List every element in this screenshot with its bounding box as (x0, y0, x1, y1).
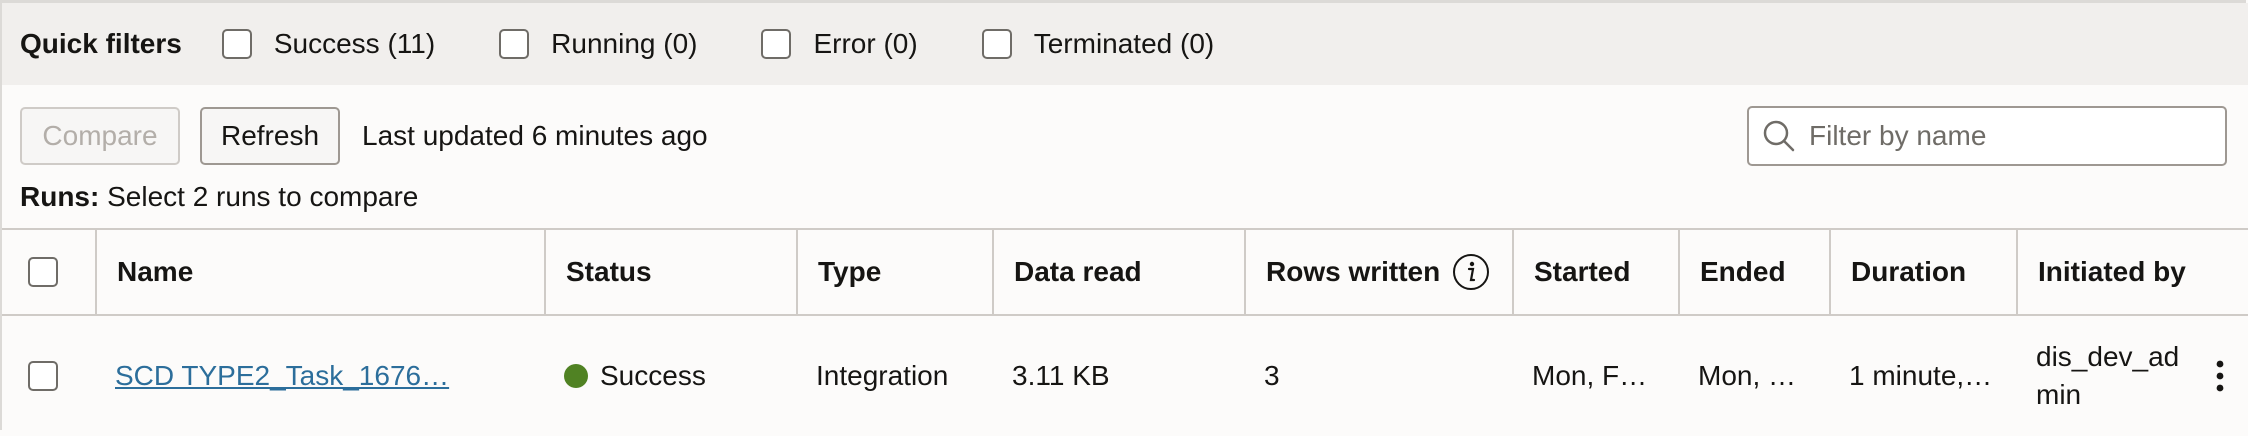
runs-toolbar: Compare Refresh Last updated 6 minutes a… (20, 106, 708, 166)
row-name-cell: SCD TYPE2_Task_1676… (95, 316, 455, 436)
filter-by-name-input[interactable] (1807, 119, 2211, 153)
filter-running-checkbox[interactable] (499, 29, 530, 59)
row-started-cell: Mon, F… (1532, 360, 1648, 391)
filter-running-label: Running (0) (551, 28, 698, 59)
runs-panel: Quick filters Success (11) Running (0) E… (0, 0, 2248, 430)
column-header-duration[interactable]: Duration (1829, 230, 2016, 314)
filter-terminated-checkbox[interactable] (981, 29, 1012, 59)
info-icon[interactable] (1452, 253, 1490, 291)
column-header-name[interactable]: Name (95, 230, 544, 314)
filter-terminated-label: Terminated (0) (1033, 28, 1215, 59)
rows-written-label: Rows written (1266, 256, 1441, 287)
filter-success-label: Success (11) (273, 28, 436, 59)
filter-success[interactable]: Success (11) (221, 28, 436, 60)
compare-button[interactable]: Compare (20, 107, 180, 165)
column-header-rows-written[interactable]: Rows written (1244, 230, 1512, 314)
row-select-checkbox[interactable] (28, 361, 58, 391)
select-all-checkbox[interactable] (28, 257, 58, 287)
row-duration-cell: 1 minute,… (1849, 360, 1993, 391)
table-header: Name Status Type Data read Rows written … (2, 228, 2248, 316)
row-type-cell: Integration (816, 360, 949, 391)
row-status-text: Success (600, 360, 706, 391)
row-data-read-cell: 3.11 KB (1012, 360, 1110, 391)
column-header-ended[interactable]: Ended (1678, 230, 1829, 314)
status-dot-icon (564, 364, 588, 388)
row-ended-cell: Mon, … (1698, 360, 1797, 391)
column-header-status[interactable]: Status (544, 230, 796, 314)
filter-error-checkbox[interactable] (761, 29, 792, 59)
filter-by-name-field[interactable] (1747, 106, 2227, 166)
row-select-cell (2, 316, 95, 436)
row-initiated-by-cell: dis_dev_ad min (2036, 341, 2180, 410)
column-header-started[interactable]: Started (1512, 230, 1678, 314)
runs-caption: Runs: Select 2 runs to compare (20, 181, 418, 213)
run-name-link[interactable]: SCD TYPE2_Task_1676… (115, 360, 449, 392)
refresh-button[interactable]: Refresh (200, 107, 340, 165)
column-header-data-read[interactable]: Data read (992, 230, 1244, 314)
row-actions-kebab-icon[interactable] (2212, 316, 2228, 436)
last-updated-text: Last updated 6 minutes ago (362, 120, 708, 151)
column-header-initiated-by[interactable]: Initiated by (2016, 230, 2248, 314)
quick-filters-bar: Quick filters Success (11) Running (0) E… (2, 3, 2248, 85)
search-icon (1763, 120, 1795, 152)
runs-label: Runs: (20, 181, 100, 212)
runs-table: Name Status Type Data read Rows written … (2, 228, 2248, 436)
row-rows-written-cell: 3 (1264, 360, 1280, 391)
filter-error[interactable]: Error (0) (761, 28, 918, 60)
filter-success-checkbox[interactable] (221, 29, 252, 59)
select-all-cell (2, 230, 95, 314)
quick-filters-title: Quick filters (20, 28, 182, 59)
filter-terminated[interactable]: Terminated (0) (981, 28, 1215, 60)
column-header-type[interactable]: Type (796, 230, 992, 314)
filter-running[interactable]: Running (0) (499, 28, 697, 60)
filter-error-label: Error (0) (813, 28, 918, 59)
row-status-cell: Success (544, 316, 796, 436)
runs-hint: Select 2 runs to compare (107, 181, 419, 212)
table-row[interactable]: SCD TYPE2_Task_1676… Success Integration… (2, 316, 2248, 436)
